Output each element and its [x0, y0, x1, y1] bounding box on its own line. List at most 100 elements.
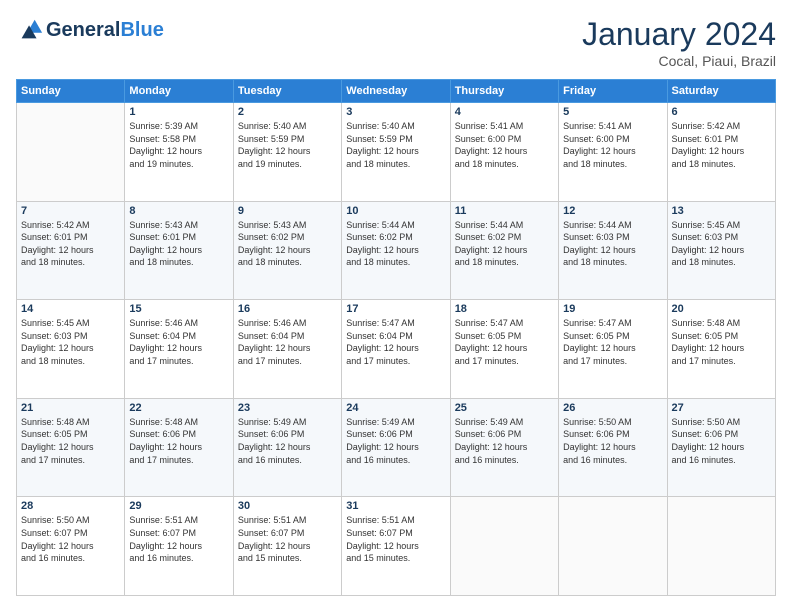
- day-info: Sunrise: 5:51 AM Sunset: 6:07 PM Dayligh…: [129, 514, 228, 564]
- col-header-wednesday: Wednesday: [342, 80, 450, 103]
- day-info: Sunrise: 5:45 AM Sunset: 6:03 PM Dayligh…: [21, 317, 120, 367]
- calendar-cell: 22 Sunrise: 5:48 AM Sunset: 6:06 PM Dayli…: [125, 398, 233, 497]
- day-number: 12: [563, 205, 662, 217]
- calendar-cell: [450, 497, 558, 596]
- day-number: 25: [455, 402, 554, 414]
- calendar-cell: 18 Sunrise: 5:47 AM Sunset: 6:05 PM Dayli…: [450, 300, 558, 399]
- header: GeneralBlue January 2024 Cocal, Piaui, B…: [16, 16, 776, 69]
- logo: GeneralBlue: [16, 16, 164, 44]
- day-number: 14: [21, 303, 120, 315]
- day-number: 13: [672, 205, 771, 217]
- day-number: 9: [238, 205, 337, 217]
- calendar-cell: 21Sunrise: 5:48 AM Sunset: 6:05 PM Dayli…: [17, 398, 125, 497]
- day-info: Sunrise: 5:42 AM Sunset: 6:01 PM Dayligh…: [21, 219, 120, 269]
- logo-icon: [16, 16, 44, 44]
- calendar-cell: 1Sunrise: 5:39 AM Sunset: 5:58 PM Daylig…: [125, 103, 233, 202]
- col-header-saturday: Saturday: [667, 80, 775, 103]
- day-info: Sunrise: 5:49 AM Sunset: 6:06 PM Dayligh…: [455, 416, 554, 466]
- day-number: 8: [129, 205, 228, 217]
- day-number: 24: [346, 402, 445, 414]
- day-number: 18: [455, 303, 554, 315]
- calendar-cell: 23 Sunrise: 5:49 AM Sunset: 6:06 PM Dayli…: [233, 398, 341, 497]
- calendar-cell: 27Sunrise: 5:50 AM Sunset: 6:06 PM Dayli…: [667, 398, 775, 497]
- logo-blue: Blue: [120, 19, 163, 41]
- day-number: 17: [346, 303, 445, 315]
- calendar-cell: 20 Sunrise: 5:48 AM Sunset: 6:05 PM Dayli…: [667, 300, 775, 399]
- day-number: 16: [238, 303, 337, 315]
- day-info: Sunrise: 5:50 AM Sunset: 6:06 PM Dayligh…: [672, 416, 771, 466]
- day-number: 3: [346, 106, 445, 118]
- day-info: Sunrise: 5:47 AM Sunset: 6:05 PM Dayligh…: [455, 317, 554, 367]
- day-info: Sunrise: 5:47 AM Sunset: 6:04 PM Dayligh…: [346, 317, 445, 367]
- day-number: 22: [129, 402, 228, 414]
- col-header-monday: Monday: [125, 80, 233, 103]
- calendar-cell: [559, 497, 667, 596]
- day-number: 23: [238, 402, 337, 414]
- day-number: 2: [238, 106, 337, 118]
- day-info: Sunrise: 5:42 AM Sunset: 6:01 PM Dayligh…: [672, 120, 771, 170]
- day-info: Sunrise: 5:45 AM Sunset: 6:03 PM Dayligh…: [672, 219, 771, 269]
- day-info: Sunrise: 5:48 AM Sunset: 6:06 PM Dayligh…: [129, 416, 228, 466]
- day-number: 5: [563, 106, 662, 118]
- calendar-cell: 2 Sunrise: 5:40 AM Sunset: 5:59 PM Daylig…: [233, 103, 341, 202]
- day-number: 11: [455, 205, 554, 217]
- day-number: 30: [238, 500, 337, 512]
- day-info: Sunrise: 5:51 AM Sunset: 6:07 PM Dayligh…: [238, 514, 337, 564]
- calendar-cell: 6 Sunrise: 5:42 AM Sunset: 6:01 PM Daylig…: [667, 103, 775, 202]
- calendar-cell: 8Sunrise: 5:43 AM Sunset: 6:01 PM Daylig…: [125, 201, 233, 300]
- calendar-cell: 13 Sunrise: 5:45 AM Sunset: 6:03 PM Dayli…: [667, 201, 775, 300]
- calendar-cell: [17, 103, 125, 202]
- logo-general: General: [46, 19, 120, 41]
- day-info: Sunrise: 5:44 AM Sunset: 6:02 PM Dayligh…: [346, 219, 445, 269]
- day-number: 26: [563, 402, 662, 414]
- calendar-cell: 10 Sunrise: 5:44 AM Sunset: 6:02 PM Dayli…: [342, 201, 450, 300]
- calendar-cell: 16 Sunrise: 5:46 AM Sunset: 6:04 PM Dayli…: [233, 300, 341, 399]
- calendar-cell: 30 Sunrise: 5:51 AM Sunset: 6:07 PM Dayli…: [233, 497, 341, 596]
- calendar-cell: 25 Sunrise: 5:49 AM Sunset: 6:06 PM Dayli…: [450, 398, 558, 497]
- calendar-cell: 14 Sunrise: 5:45 AM Sunset: 6:03 PM Dayli…: [17, 300, 125, 399]
- day-info: Sunrise: 5:43 AM Sunset: 6:02 PM Dayligh…: [238, 219, 337, 269]
- calendar-cell: 17 Sunrise: 5:47 AM Sunset: 6:04 PM Dayli…: [342, 300, 450, 399]
- day-info: Sunrise: 5:46 AM Sunset: 6:04 PM Dayligh…: [129, 317, 228, 367]
- calendar-cell: 11 Sunrise: 5:44 AM Sunset: 6:02 PM Dayli…: [450, 201, 558, 300]
- day-info: Sunrise: 5:44 AM Sunset: 6:02 PM Dayligh…: [455, 219, 554, 269]
- day-info: Sunrise: 5:41 AM Sunset: 6:00 PM Dayligh…: [563, 120, 662, 170]
- subtitle: Cocal, Piaui, Brazil: [582, 53, 776, 69]
- day-info: Sunrise: 5:48 AM Sunset: 6:05 PM Dayligh…: [672, 317, 771, 367]
- day-info: Sunrise: 5:49 AM Sunset: 6:06 PM Dayligh…: [238, 416, 337, 466]
- week-row-1: 1Sunrise: 5:39 AM Sunset: 5:58 PM Daylig…: [17, 103, 776, 202]
- calendar-cell: 3 Sunrise: 5:40 AM Sunset: 5:59 PM Daylig…: [342, 103, 450, 202]
- page: GeneralBlue January 2024 Cocal, Piaui, B…: [0, 0, 792, 612]
- calendar-cell: 26 Sunrise: 5:50 AM Sunset: 6:06 PM Dayli…: [559, 398, 667, 497]
- week-row-3: 14 Sunrise: 5:45 AM Sunset: 6:03 PM Dayli…: [17, 300, 776, 399]
- day-number: 15: [129, 303, 228, 315]
- day-info: Sunrise: 5:47 AM Sunset: 6:05 PM Dayligh…: [563, 317, 662, 367]
- col-header-thursday: Thursday: [450, 80, 558, 103]
- calendar-cell: 4Sunrise: 5:41 AM Sunset: 6:00 PM Daylig…: [450, 103, 558, 202]
- calendar-cell: 12Sunrise: 5:44 AM Sunset: 6:03 PM Dayli…: [559, 201, 667, 300]
- day-info: Sunrise: 5:41 AM Sunset: 6:00 PM Dayligh…: [455, 120, 554, 170]
- day-info: Sunrise: 5:40 AM Sunset: 5:59 PM Dayligh…: [238, 120, 337, 170]
- day-info: Sunrise: 5:50 AM Sunset: 6:06 PM Dayligh…: [563, 416, 662, 466]
- day-number: 7: [21, 205, 120, 217]
- calendar-cell: 5 Sunrise: 5:41 AM Sunset: 6:00 PM Daylig…: [559, 103, 667, 202]
- logo-line1: GeneralBlue: [46, 19, 164, 41]
- day-info: Sunrise: 5:46 AM Sunset: 6:04 PM Dayligh…: [238, 317, 337, 367]
- day-number: 28: [21, 500, 120, 512]
- day-number: 20: [672, 303, 771, 315]
- day-info: Sunrise: 5:50 AM Sunset: 6:07 PM Dayligh…: [21, 514, 120, 564]
- day-number: 10: [346, 205, 445, 217]
- col-header-sunday: Sunday: [17, 80, 125, 103]
- day-info: Sunrise: 5:51 AM Sunset: 6:07 PM Dayligh…: [346, 514, 445, 564]
- day-info: Sunrise: 5:48 AM Sunset: 6:05 PM Dayligh…: [21, 416, 120, 466]
- col-header-friday: Friday: [559, 80, 667, 103]
- day-info: Sunrise: 5:40 AM Sunset: 5:59 PM Dayligh…: [346, 120, 445, 170]
- title-block: January 2024 Cocal, Piaui, Brazil: [582, 16, 776, 69]
- week-row-2: 7 Sunrise: 5:42 AM Sunset: 6:01 PM Daylig…: [17, 201, 776, 300]
- day-number: 31: [346, 500, 445, 512]
- day-number: 6: [672, 106, 771, 118]
- day-number: 19: [563, 303, 662, 315]
- calendar-cell: 28 Sunrise: 5:50 AM Sunset: 6:07 PM Dayli…: [17, 497, 125, 596]
- header-row: SundayMondayTuesdayWednesdayThursdayFrid…: [17, 80, 776, 103]
- week-row-4: 21Sunrise: 5:48 AM Sunset: 6:05 PM Dayli…: [17, 398, 776, 497]
